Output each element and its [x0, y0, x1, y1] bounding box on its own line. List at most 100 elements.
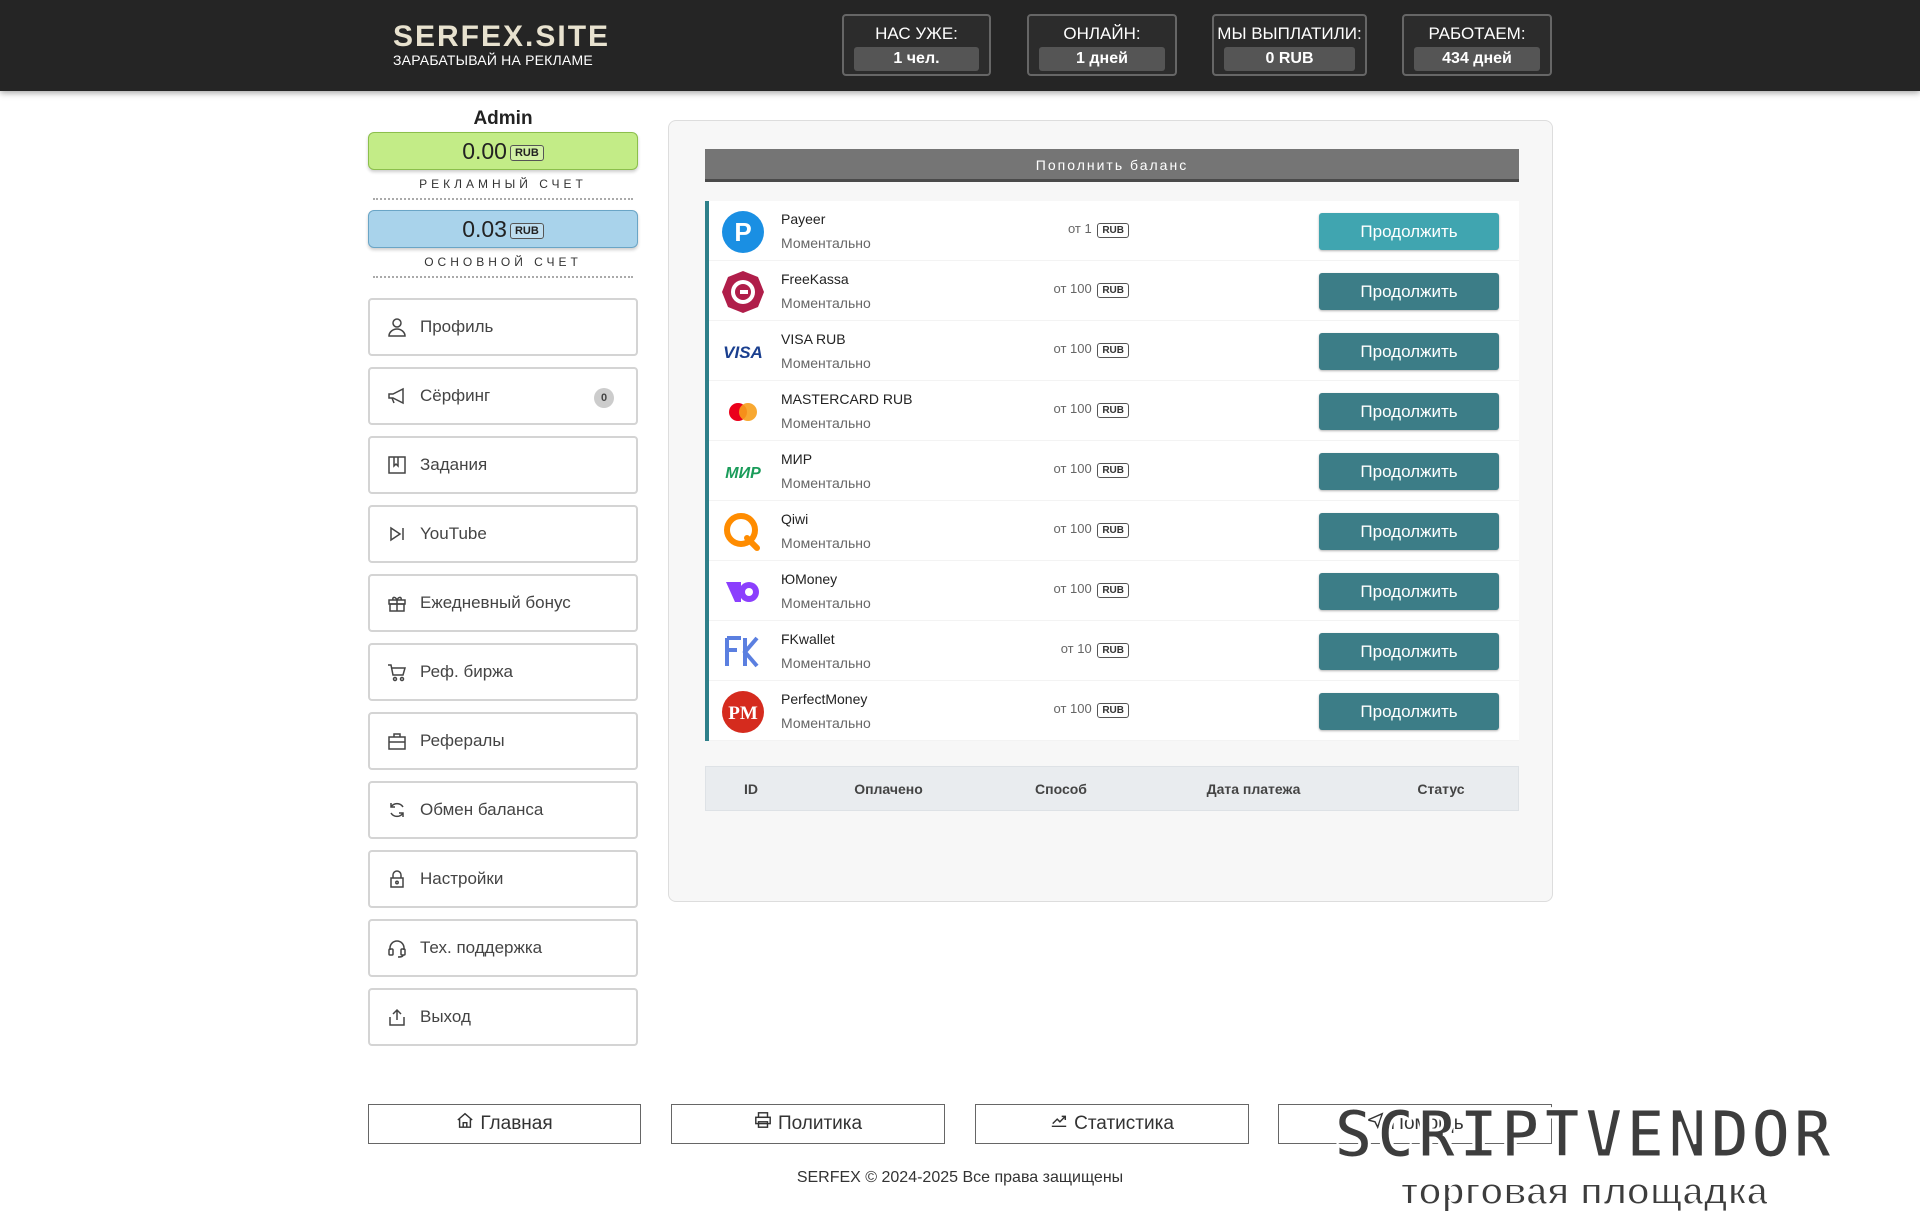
continue-button[interactable]: Продолжить	[1319, 633, 1499, 670]
play-icon	[386, 523, 408, 545]
logout-icon	[386, 1006, 408, 1028]
method-speed: Моментально	[781, 295, 871, 311]
menu-item-settings[interactable]: Настройки	[368, 850, 638, 908]
watermark: SCRIPTVENDOR торговая площадка	[1268, 1098, 1900, 1220]
footer-policy-button[interactable]: Политика	[671, 1104, 945, 1144]
menu-label: Настройки	[420, 869, 504, 888]
surfing-count-badge: 0	[594, 388, 614, 408]
continue-button[interactable]: Продолжить	[1319, 213, 1499, 250]
ad-balance-label: РЕКЛАМНЫЙ СЧЕТ	[419, 177, 587, 191]
currency-badge: RUB	[509, 144, 544, 161]
megaphone-icon	[386, 385, 408, 407]
menu-item-balance-exchange[interactable]: Обмен баланса	[368, 781, 638, 839]
continue-button[interactable]: Продолжить	[1319, 453, 1499, 490]
username: Admin	[473, 108, 533, 129]
method-name: FKwallet	[781, 631, 835, 647]
method-speed: Моментально	[781, 535, 871, 551]
svg-text:P: P	[734, 217, 751, 247]
card-title: Пополнить баланс	[705, 149, 1519, 182]
continue-button[interactable]: Продолжить	[1319, 573, 1499, 610]
column-header: Статус	[1417, 780, 1465, 797]
column-header: Способ	[1035, 780, 1087, 797]
user-icon	[386, 316, 408, 338]
menu-item-support[interactable]: Тех. поддержка	[368, 919, 638, 977]
stat-label: РАБОТАЕМ:	[1428, 24, 1526, 43]
menu-item-youtube[interactable]: YouTube	[368, 505, 638, 563]
svg-text:МИР: МИР	[725, 465, 761, 482]
payeer-icon: P	[721, 211, 765, 253]
method-speed: Моментально	[781, 655, 871, 671]
mastercard-icon	[721, 391, 765, 433]
menu-label: Тех. поддержка	[420, 938, 543, 957]
menu-item-daily-bonus[interactable]: Ежедневный бонус	[368, 574, 638, 632]
stat-working: РАБОТАЕМ: 434 дней	[1402, 14, 1552, 76]
payments-table-header: ID Оплачено Способ Дата платежа Статус	[705, 766, 1519, 811]
footer-stats-button[interactable]: Статистика	[975, 1104, 1249, 1144]
min-amount: от 10	[1060, 641, 1092, 656]
lock-icon	[386, 868, 408, 890]
menu-item-logout[interactable]: Выход	[368, 988, 638, 1046]
min-amount: от 1	[1067, 221, 1092, 236]
stat-label: МЫ ВЫПЛАТИЛИ:	[1217, 24, 1362, 43]
currency-badge: RUB	[1097, 283, 1129, 298]
headset-icon	[386, 937, 408, 959]
currency-badge: RUB	[509, 222, 544, 239]
main-balance-value: 0.03	[462, 216, 507, 242]
printer-icon	[754, 1105, 772, 1143]
bookmark-icon	[386, 454, 408, 476]
home-icon	[456, 1105, 474, 1143]
method-speed: Моментально	[781, 715, 871, 731]
menu-label: Задания	[420, 455, 488, 474]
menu-label: Обмен баланса	[420, 800, 544, 819]
method-name: Payeer	[781, 211, 826, 227]
menu-item-referrals[interactable]: Рефералы	[368, 712, 638, 770]
perfectmoney-icon: PM	[721, 691, 765, 733]
continue-button[interactable]: Продолжить	[1319, 693, 1499, 730]
payment-method-row: FreeKassa Моментально от 100 RUB Продолж…	[709, 261, 1519, 321]
method-speed: Моментально	[781, 595, 871, 611]
payment-methods-list: P Payeer Моментально от 1 RUB Продолжить…	[705, 201, 1519, 741]
menu-item-ref-exchange[interactable]: Реф. биржа	[368, 643, 638, 701]
column-header: Дата платежа	[1206, 780, 1301, 797]
min-amount: от 100	[1053, 341, 1092, 356]
menu-item-surfing[interactable]: Сёрфинг 0	[368, 367, 638, 425]
currency-badge: RUB	[1097, 583, 1129, 598]
menu-label: Реф. биржа	[420, 662, 513, 681]
currency-badge: RUB	[1097, 643, 1129, 658]
currency-badge: RUB	[1097, 463, 1129, 478]
min-amount: от 100	[1053, 401, 1092, 416]
menu-label: Рефералы	[420, 731, 505, 750]
briefcase-icon	[386, 730, 408, 752]
stat-label: НАС УЖЕ:	[875, 24, 958, 43]
continue-button[interactable]: Продолжить	[1319, 393, 1499, 430]
chart-icon	[1050, 1105, 1068, 1143]
menu-item-profile[interactable]: Профиль	[368, 298, 638, 356]
svg-text:PM: PM	[728, 703, 758, 724]
stat-value: 1 чел.	[854, 47, 979, 71]
visa-icon: VISA	[721, 331, 765, 373]
stat-value: 434 дней	[1414, 47, 1540, 71]
continue-button[interactable]: Продолжить	[1319, 513, 1499, 550]
stat-value: 1 дней	[1039, 47, 1165, 71]
method-speed: Моментально	[781, 475, 871, 491]
payment-method-row: VISA VISA RUB Моментально от 100 RUB Про…	[709, 321, 1519, 381]
continue-button[interactable]: Продолжить	[1319, 333, 1499, 370]
continue-button[interactable]: Продолжить	[1319, 273, 1499, 310]
method-minimum: от 100 RUB	[1054, 461, 1129, 478]
stat-online: ОНЛАЙН: 1 дней	[1027, 14, 1177, 76]
site-logo[interactable]: SERFEX.SITE ЗАРАБАТЫВАЙ НА РЕКЛАМЕ	[393, 22, 610, 69]
method-speed: Моментально	[781, 235, 871, 251]
payment-method-row: FKwallet Моментально от 10 RUB Продолжит…	[709, 621, 1519, 681]
payment-method-row: P Payeer Моментально от 1 RUB Продолжить	[709, 201, 1519, 261]
stat-value: 0 RUB	[1224, 47, 1355, 71]
currency-badge: RUB	[1097, 523, 1129, 538]
min-amount: от 100	[1053, 521, 1092, 536]
method-minimum: от 100 RUB	[1054, 281, 1129, 298]
method-name: Qiwi	[781, 511, 809, 527]
method-speed: Моментально	[781, 355, 871, 371]
method-minimum: от 10 RUB	[1060, 641, 1129, 658]
footer-home-button[interactable]: Главная	[368, 1104, 641, 1144]
footer-link-label: Главная	[480, 1113, 553, 1134]
menu-item-tasks[interactable]: Задания	[368, 436, 638, 494]
menu-label: Профиль	[420, 317, 494, 336]
